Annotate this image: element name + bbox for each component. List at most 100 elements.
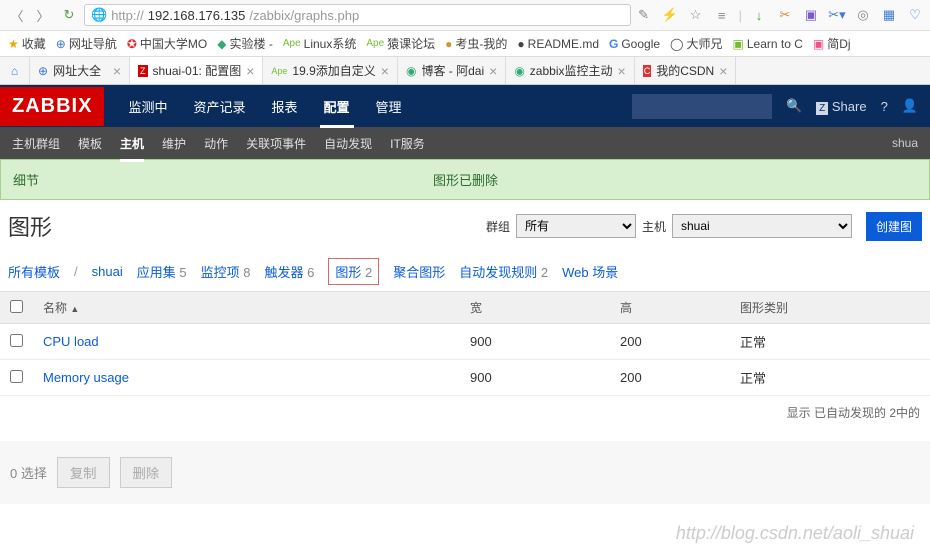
select-all-checkbox[interactable]	[10, 300, 23, 313]
cell-width: 900	[460, 360, 610, 396]
col-height[interactable]: 高	[610, 292, 730, 324]
menu-icon[interactable]: ≡	[713, 8, 731, 23]
subnav-maintenance[interactable]: 维护	[162, 135, 186, 152]
page-title: 图形	[8, 210, 486, 242]
topnav-monitor[interactable]: 监测中	[124, 85, 171, 128]
subnav-actions[interactable]: 动作	[204, 135, 228, 152]
graph-link[interactable]: Memory usage	[43, 370, 129, 385]
bookmark-8[interactable]: GGoogle	[609, 37, 660, 51]
url-prefix: http://	[111, 8, 144, 23]
tab-0[interactable]: ⊕网址大全×	[30, 57, 130, 84]
download-icon[interactable]: ↓	[750, 8, 768, 23]
topnav-admin[interactable]: 管理	[372, 85, 406, 128]
link-all-templates[interactable]: 所有模板	[8, 262, 60, 281]
browser-toolbar: 〈 〉 ↻ 🌐 http://192.168.176.135/zabbix/gr…	[0, 0, 930, 31]
close-icon[interactable]: ×	[246, 63, 254, 79]
close-icon[interactable]: ×	[618, 63, 626, 79]
bookmark-10[interactable]: ▣Learn to C	[733, 37, 803, 51]
tab-1[interactable]: Zshuai-01: 配置图×	[130, 57, 263, 84]
bookmark-3[interactable]: ◆实验楼 -	[217, 35, 273, 52]
bookmark-fav[interactable]: ★收藏	[8, 35, 46, 52]
bookmark-6[interactable]: ●考虫-我的	[445, 35, 507, 52]
subnav-hostgroups[interactable]: 主机群组	[12, 135, 60, 152]
tab-items[interactable]: 监控项	[201, 265, 240, 280]
topnav-config[interactable]: 配置	[320, 85, 354, 128]
col-width[interactable]: 宽	[460, 292, 610, 324]
filter-host-select[interactable]: shuai	[672, 214, 852, 238]
tab-3[interactable]: ◉博客 - 阿dai×	[398, 57, 506, 84]
top-nav: 监测中 资产记录 报表 配置 管理	[104, 85, 632, 128]
tab-screens[interactable]: 聚合图形	[393, 265, 445, 280]
close-icon[interactable]: ×	[489, 63, 497, 79]
cell-height: 200	[610, 360, 730, 396]
url-bar[interactable]: 🌐 http://192.168.176.135/zabbix/graphs.p…	[84, 4, 631, 26]
share-button[interactable]: Z Share	[816, 99, 866, 114]
url-host: 192.168.176.135	[148, 8, 246, 23]
bookmark-2[interactable]: ✪中国大学MO	[127, 35, 207, 52]
zabbix-logo[interactable]: ZABBIX	[0, 87, 104, 126]
sub-nav: 主机群组 模板 主机 维护 动作 关联项事件 自动发现 IT服务 shua	[0, 127, 930, 159]
subnav-discovery[interactable]: 自动发现	[324, 135, 372, 152]
close-icon[interactable]: ×	[719, 63, 727, 79]
cell-type: 正常	[730, 324, 930, 360]
link-host[interactable]: shuai	[92, 264, 123, 279]
star-icon[interactable]: ☆	[687, 7, 705, 23]
reload-button[interactable]: ↻	[58, 4, 80, 26]
create-graph-button[interactable]: 创建图	[866, 212, 922, 241]
bookmark-9[interactable]: ◯大师兄	[670, 35, 722, 52]
url-path: /zabbix/graphs.php	[249, 8, 359, 23]
subnav-itservices[interactable]: IT服务	[390, 135, 425, 152]
filter-group-select[interactable]: 所有	[516, 214, 636, 238]
tab-home[interactable]: ⌂	[0, 57, 30, 84]
app-icon-1[interactable]: ▦	[880, 7, 898, 23]
bookmark-5[interactable]: Ape猿课论坛	[366, 35, 435, 52]
broom-icon[interactable]: ✂	[776, 7, 794, 23]
browser-tabs: ⌂ ⊕网址大全× Zshuai-01: 配置图× Ape19.9添加自定义× ◉…	[0, 57, 930, 85]
notice-message: 图形已删除	[433, 170, 917, 189]
zabbix-header: ZABBIX 监测中 资产记录 报表 配置 管理 🔍 Z Share ? 👤	[0, 85, 930, 127]
bookmark-7[interactable]: ●README.md	[517, 37, 599, 51]
cell-width: 900	[460, 324, 610, 360]
close-icon[interactable]: ×	[113, 63, 121, 79]
tab-4[interactable]: ◉zabbix监控主动×	[506, 57, 634, 84]
back-button[interactable]: 〈	[6, 4, 28, 26]
bookmark-11[interactable]: ▣简Dj	[813, 35, 851, 52]
flash-icon[interactable]: ⚡	[661, 7, 679, 23]
topnav-inventory[interactable]: 资产记录	[189, 85, 249, 128]
tab-2[interactable]: Ape19.9添加自定义×	[263, 57, 398, 84]
help-icon[interactable]: ?	[881, 99, 888, 114]
search-icon[interactable]: 🔍	[786, 98, 802, 114]
col-type[interactable]: 图形类别	[730, 292, 930, 324]
close-icon[interactable]: ×	[381, 63, 389, 79]
forward-button[interactable]: 〉	[32, 4, 54, 26]
tab-triggers[interactable]: 触发器	[264, 265, 303, 280]
toolbar-icons: ✎ ⚡ ☆ ≡ | ↓ ✂ ▣ ✂▾ ◎ ▦ ♡	[635, 7, 924, 23]
subnav-templates[interactable]: 模板	[78, 135, 102, 152]
copy-button[interactable]: 复制	[57, 457, 110, 488]
subnav-hosts[interactable]: 主机	[120, 125, 144, 162]
tab-5[interactable]: C我的CSDN×	[635, 57, 737, 84]
tab-web[interactable]: Web 场景	[562, 265, 618, 280]
bookmark-4[interactable]: ApeLinux系统	[283, 35, 357, 52]
scissors-icon[interactable]: ✂▾	[828, 7, 846, 23]
tab-graphs[interactable]: 图形	[335, 265, 361, 280]
search-input[interactable]	[632, 94, 772, 119]
wand-icon[interactable]: ✎	[635, 7, 653, 23]
col-name[interactable]: 名称 ▲	[33, 292, 460, 324]
bookmarks-bar: ★收藏 ⊕网址导航 ✪中国大学MO ◆实验楼 - ApeLinux系统 Ape猿…	[0, 31, 930, 57]
clipboard-icon[interactable]: ▣	[802, 7, 820, 23]
tab-apps[interactable]: 应用集	[137, 265, 176, 280]
object-tabs: 所有模板 / shuai 应用集 5 监控项 8 触发器 6 图形 2 聚合图形…	[0, 252, 930, 291]
notice-details[interactable]: 细节	[13, 170, 433, 189]
shield-icon[interactable]: ♡	[906, 7, 924, 23]
delete-button[interactable]: 删除	[120, 457, 173, 488]
user-icon[interactable]: 👤	[902, 98, 918, 114]
bookmark-1[interactable]: ⊕网址导航	[56, 35, 117, 52]
tab-discovery[interactable]: 自动发现规则	[459, 265, 537, 280]
target-icon[interactable]: ◎	[854, 7, 872, 23]
row-checkbox[interactable]	[10, 370, 23, 383]
graph-link[interactable]: CPU load	[43, 334, 99, 349]
topnav-reports[interactable]: 报表	[267, 85, 301, 128]
subnav-correlation[interactable]: 关联项事件	[246, 135, 306, 152]
row-checkbox[interactable]	[10, 334, 23, 347]
